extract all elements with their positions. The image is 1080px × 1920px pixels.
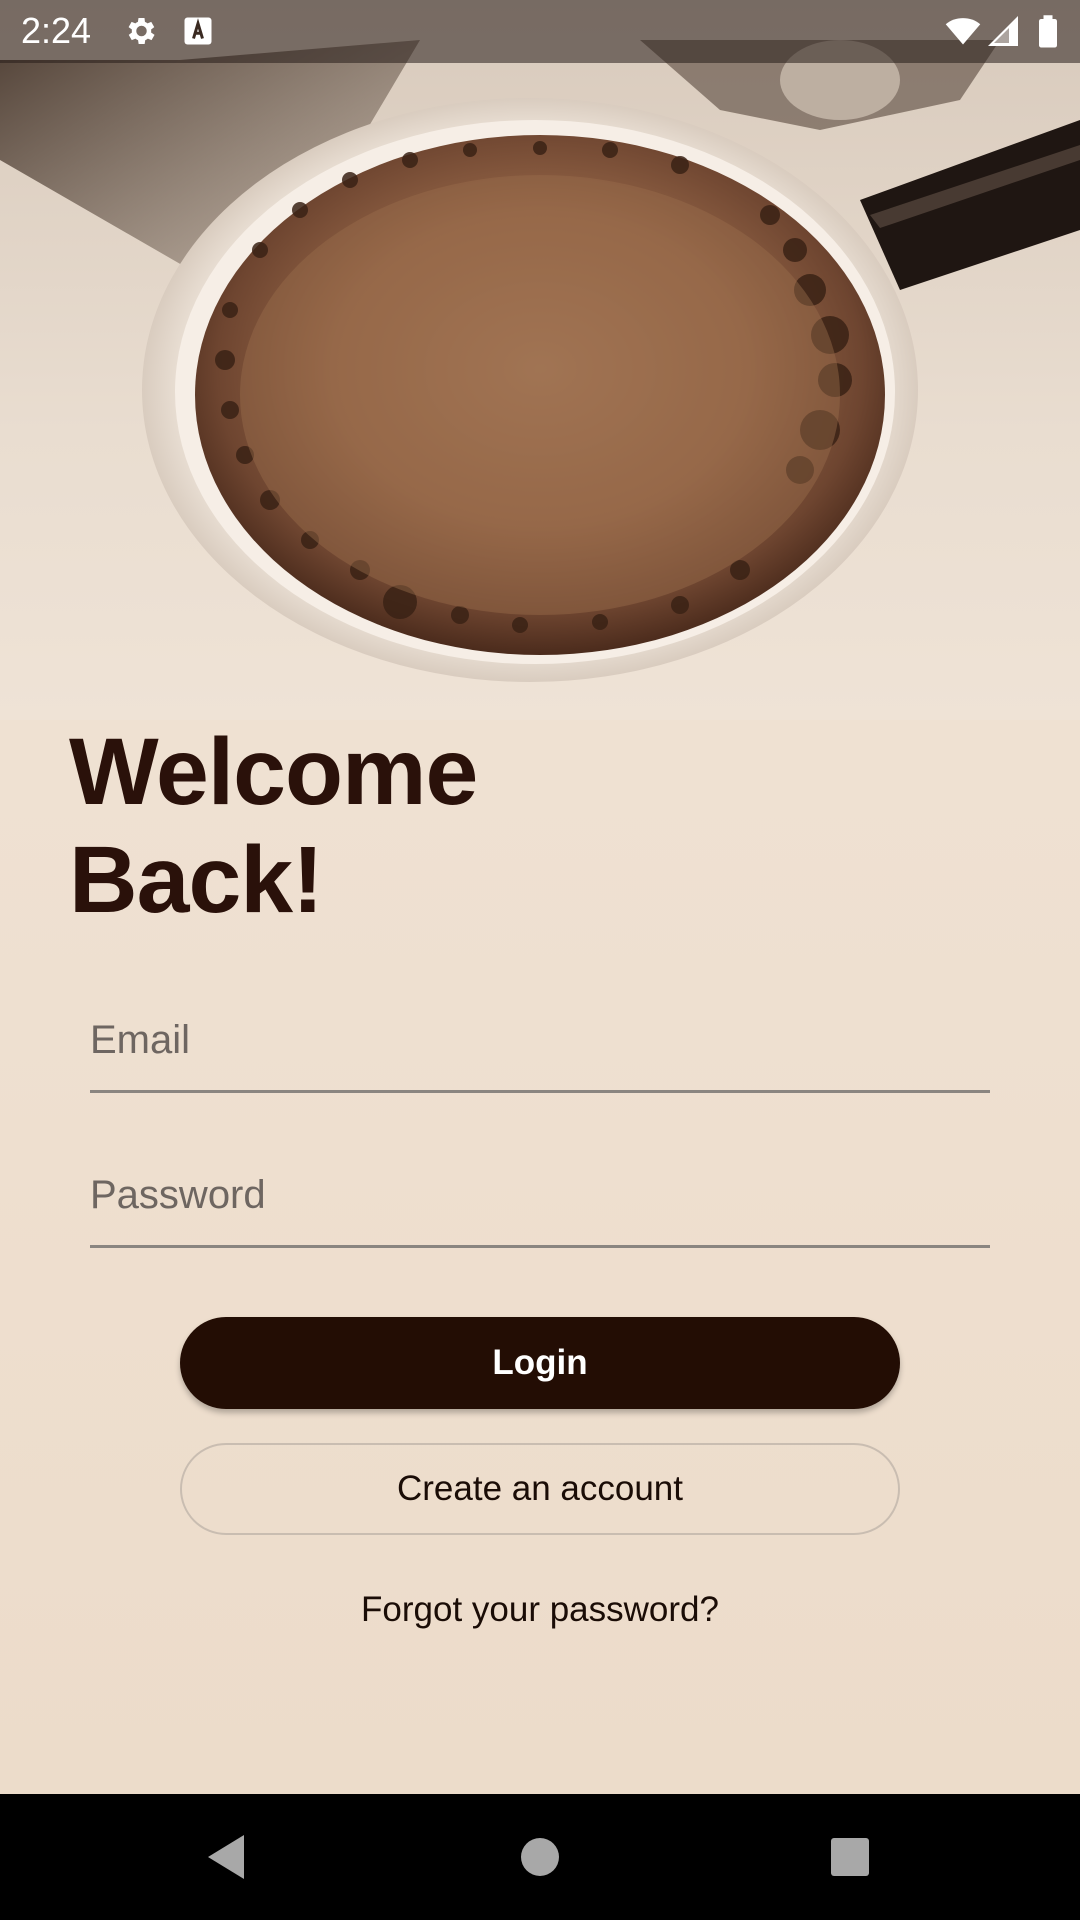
wifi-icon <box>945 18 981 45</box>
email-field[interactable] <box>90 990 990 1093</box>
battery-icon <box>1039 15 1057 48</box>
password-input[interactable] <box>90 1145 990 1245</box>
create-account-button[interactable]: Create an account <box>180 1443 900 1535</box>
welcome-title: Welcome Back! <box>69 718 769 934</box>
login-button[interactable]: Login <box>180 1317 900 1409</box>
keyboard-a-icon <box>184 17 212 45</box>
back-icon[interactable] <box>196 1827 256 1887</box>
login-screen: 2:24 Welcome Back! Login <box>0 0 1080 1920</box>
coffee-hero-image <box>0 0 1080 720</box>
home-icon[interactable] <box>510 1827 570 1887</box>
recents-icon[interactable] <box>820 1827 880 1887</box>
status-bar: 2:24 <box>0 0 1080 63</box>
create-account-label: Create an account <box>396 1469 683 1508</box>
gear-icon <box>128 17 155 45</box>
login-button-label: Login <box>492 1343 588 1382</box>
password-field[interactable] <box>90 1145 990 1248</box>
welcome-line-1: Welcome <box>69 719 478 825</box>
signal-icon <box>988 16 1018 46</box>
welcome-line-2: Back! <box>69 827 324 933</box>
forgot-password-link[interactable]: Forgot your password? <box>0 1590 1080 1630</box>
status-time: 2:24 <box>21 10 92 51</box>
email-input[interactable] <box>90 990 990 1090</box>
navigation-bar <box>0 1794 1080 1920</box>
